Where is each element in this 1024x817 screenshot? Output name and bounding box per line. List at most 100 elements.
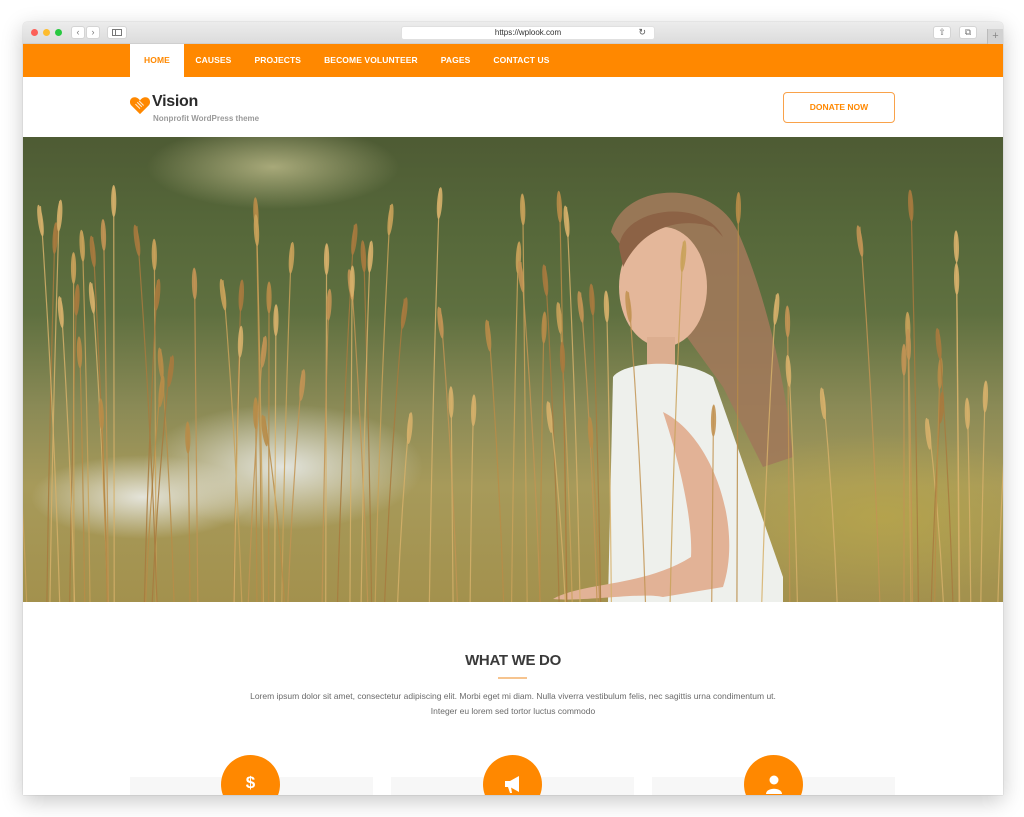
what-we-do-section: WHAT WE DO Lorem ipsum dolor sit amet, c…	[23, 602, 1003, 795]
grass-head	[559, 341, 566, 374]
nav-item-become-volunteer[interactable]: BECOME VOLUNTEER	[313, 44, 430, 77]
grass-stem	[522, 194, 528, 602]
hero-photo	[23, 185, 1003, 602]
grass-stem	[78, 337, 86, 602]
grass-head	[367, 240, 374, 273]
feature-icon-circle: $	[221, 755, 280, 795]
grass-head	[299, 369, 306, 401]
grass-head	[157, 347, 164, 380]
grass-stem	[287, 370, 303, 602]
grass-head	[76, 336, 83, 369]
grass-stem	[23, 507, 28, 602]
address-bar[interactable]: https://wplook.com ↻	[401, 26, 655, 40]
maximize-window-button[interactable]	[55, 29, 62, 36]
grass-stem	[113, 186, 115, 602]
hero-image	[23, 137, 1003, 602]
nav-item-causes[interactable]: CAUSES	[184, 44, 243, 77]
back-button[interactable]: ‹	[71, 26, 85, 39]
grass-head	[253, 214, 260, 247]
main-navigation: HOME CAUSES PROJECTS BECOME VOLUNTEER PA…	[23, 44, 1003, 77]
grass-head	[70, 252, 77, 285]
grass-head	[89, 235, 96, 268]
grass-head	[387, 203, 394, 236]
grass-head	[57, 296, 64, 328]
grass-stem	[565, 206, 581, 602]
grass-head	[100, 218, 107, 251]
nav-item-pages[interactable]: PAGES	[429, 44, 482, 77]
grass-head	[437, 306, 444, 339]
grass-stem	[580, 292, 598, 602]
grass-head	[856, 225, 864, 257]
grass-head	[589, 283, 595, 316]
grass-head	[819, 387, 826, 420]
plus-icon: +	[992, 30, 999, 42]
reload-icon[interactable]: ↻	[638, 27, 646, 38]
share-button[interactable]: ⇧	[933, 26, 951, 39]
grass-head	[191, 267, 198, 300]
browser-toolbar: ‹ › https://wplook.com ↻ ⇧ ⧉ +	[23, 22, 1003, 44]
grass-stem	[591, 284, 602, 602]
grass-stem	[374, 204, 392, 602]
grass-head	[400, 297, 408, 329]
grass-stem	[469, 395, 475, 602]
grass-head	[541, 311, 547, 344]
grass-head	[37, 204, 44, 237]
grass-stem	[439, 307, 458, 602]
grass-head	[219, 278, 227, 311]
grass-head	[542, 264, 549, 297]
grass-stem	[193, 269, 199, 602]
heart-hands-icon	[129, 97, 151, 115]
grass-head	[785, 354, 792, 387]
grass-head	[735, 191, 741, 224]
grass-stem	[510, 242, 520, 602]
grass-head	[773, 293, 780, 325]
site-title: Vision	[152, 93, 198, 110]
chevron-left-icon: ‹	[76, 27, 80, 37]
minimize-window-button[interactable]	[43, 29, 50, 36]
grass-head	[56, 199, 63, 232]
grass-head	[603, 290, 610, 323]
grass-head	[360, 240, 367, 273]
grass-head	[901, 343, 907, 376]
grass-head	[784, 305, 791, 338]
grass-head	[349, 265, 355, 298]
sidebar-icon	[112, 29, 122, 36]
nav-item-home[interactable]: HOME	[130, 44, 184, 77]
grass-head	[953, 230, 959, 263]
url-text: https://wplook.com	[494, 28, 562, 37]
nav-item-contact-us[interactable]: CONTACT US	[482, 44, 561, 77]
new-tab-button[interactable]: +	[987, 29, 1003, 44]
grass-stem	[558, 192, 568, 602]
section-description: Lorem ipsum dolor sit amet, consectetur …	[250, 691, 776, 716]
grass-head	[485, 319, 492, 352]
site-tagline: Nonprofit WordPress theme	[153, 114, 260, 123]
grass-stem	[487, 320, 505, 602]
forward-button[interactable]: ›	[86, 26, 100, 39]
title-underline	[498, 677, 527, 679]
grass-stem	[274, 305, 277, 602]
browser-window: ‹ › https://wplook.com ↻ ⇧ ⧉ + HOME CAUS…	[23, 22, 1003, 795]
grass-head	[237, 325, 244, 358]
grass-head	[133, 224, 141, 257]
tab-overview-button[interactable]: ⧉	[959, 26, 977, 39]
sidebar-toggle-button[interactable]	[107, 26, 127, 39]
grass-head	[406, 412, 413, 444]
grass-stem	[859, 226, 881, 602]
grass-head	[520, 193, 526, 226]
close-window-button[interactable]	[31, 29, 38, 36]
grass-head	[563, 205, 570, 238]
grass-head	[167, 355, 174, 388]
grass-stem	[428, 188, 441, 602]
grass-head	[74, 283, 80, 316]
grass-stem	[136, 225, 158, 602]
grass-stem	[980, 381, 987, 602]
grass-head	[273, 304, 279, 337]
megaphone-icon	[505, 776, 519, 793]
donate-now-button[interactable]: DONATE NOW	[783, 92, 895, 123]
girl-figure	[553, 192, 793, 602]
nav-item-projects[interactable]: PROJECTS	[243, 44, 313, 77]
grass-stem	[222, 280, 243, 602]
grass-stem	[548, 402, 566, 602]
grass-head	[556, 190, 563, 223]
grass-head	[964, 397, 970, 430]
